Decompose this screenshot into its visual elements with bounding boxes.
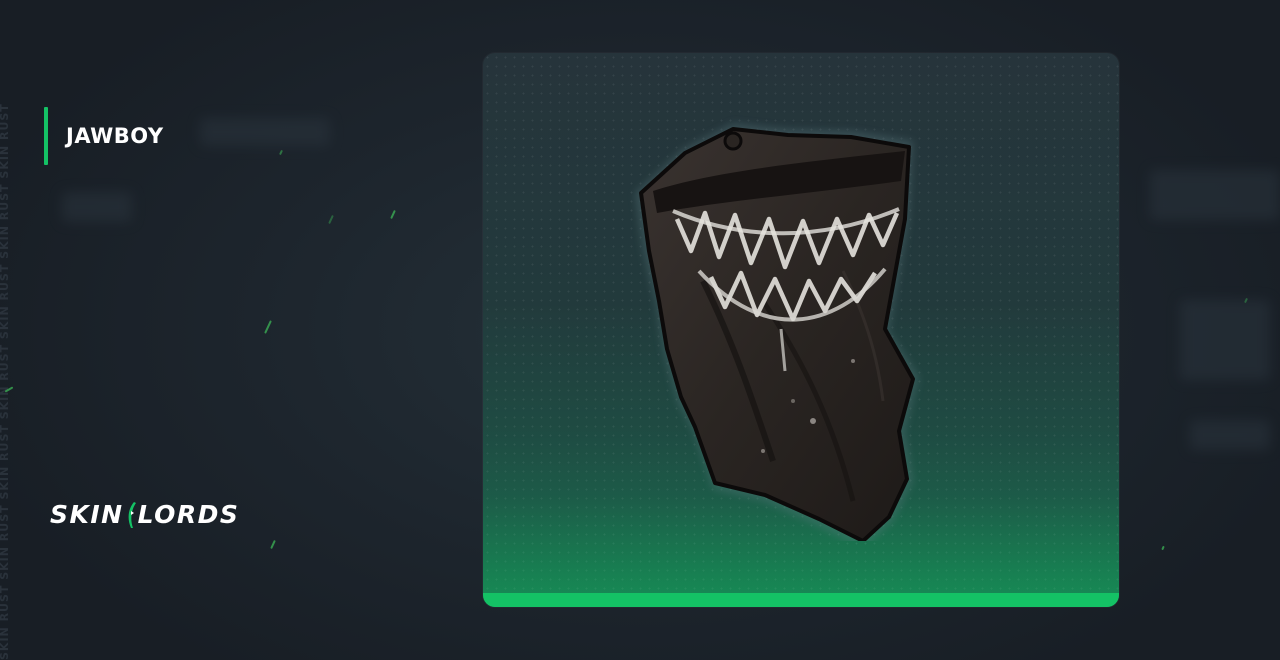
side-watermark: SKIN RUST SKIN RUST SKIN RUST SKIN RUST … [0, 103, 11, 660]
skinlords-logo: SKIN LORDS [50, 500, 239, 529]
item-title-block: JAWBOY [44, 107, 164, 165]
item-name: JAWBOY [66, 124, 164, 148]
logo-blade-icon [128, 501, 136, 528]
spark-particle [270, 539, 276, 550]
spark-particle [279, 149, 283, 156]
bg-ghost-block [1180, 300, 1270, 380]
logo-text-right: LORDS [137, 500, 240, 529]
item-showcase: SKIN RUST SKIN RUST SKIN RUST SKIN RUST … [0, 0, 1280, 660]
bg-ghost-block [1190, 420, 1270, 450]
bg-ghost-block [200, 118, 330, 146]
rarity-bar [483, 593, 1119, 607]
spark-particle [1161, 545, 1165, 551]
spark-particle [328, 214, 334, 225]
bandana-mask-image [635, 123, 919, 541]
spark-particle [264, 320, 272, 334]
bg-ghost-block [1150, 170, 1280, 220]
logo-text-left: SKIN [50, 500, 124, 529]
title-accent-bar [44, 107, 48, 165]
item-card [483, 53, 1119, 607]
bg-ghost-block [62, 192, 132, 222]
spark-particle [390, 209, 396, 220]
